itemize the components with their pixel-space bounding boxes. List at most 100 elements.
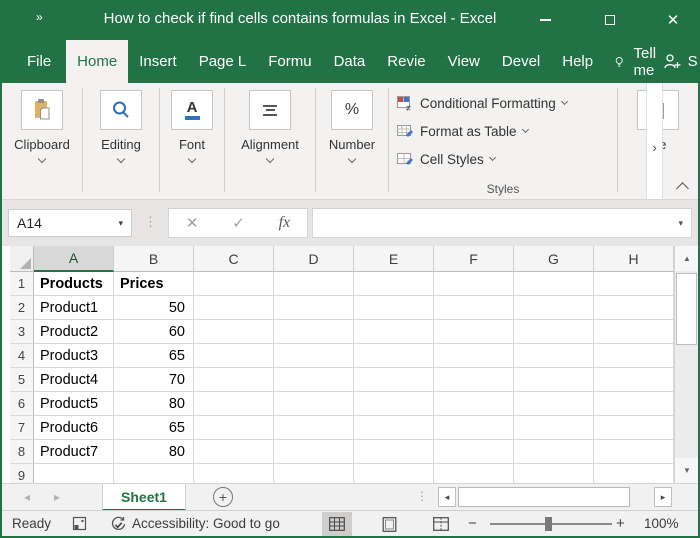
cell[interactable]: [194, 464, 274, 483]
tab-page-layout[interactable]: Page L: [188, 40, 258, 83]
cell[interactable]: [354, 296, 434, 320]
conditional-formatting-button[interactable]: ≠ Conditional Formatting: [397, 89, 617, 117]
cell[interactable]: [594, 440, 674, 464]
formula-bar-expand-icon[interactable]: ▾: [678, 218, 683, 229]
cell[interactable]: [274, 392, 354, 416]
cell[interactable]: [434, 320, 514, 344]
cell-a5[interactable]: Product4: [34, 368, 114, 392]
cell-a4[interactable]: Product3: [34, 344, 114, 368]
hscroll-right-button[interactable]: ▸: [654, 487, 672, 507]
column-header-b[interactable]: B: [114, 246, 194, 272]
share-button[interactable]: Share: [663, 40, 698, 83]
cell[interactable]: [354, 368, 434, 392]
ribbon-group-clipboard[interactable]: Clipboard: [2, 83, 82, 199]
column-header-e[interactable]: E: [354, 246, 434, 272]
cell[interactable]: [434, 296, 514, 320]
cell[interactable]: [354, 440, 434, 464]
cell[interactable]: [514, 296, 594, 320]
tab-formulas[interactable]: Formu: [257, 40, 322, 83]
cell[interactable]: [514, 344, 594, 368]
cell[interactable]: [594, 392, 674, 416]
cell[interactable]: [434, 416, 514, 440]
insert-function-icon[interactable]: fx: [279, 214, 291, 232]
name-box-dropdown-icon[interactable]: ▾: [118, 218, 123, 229]
column-header-h[interactable]: H: [594, 246, 674, 272]
cell[interactable]: [354, 344, 434, 368]
cell[interactable]: [194, 272, 274, 296]
cell[interactable]: [514, 464, 594, 483]
cell[interactable]: [354, 320, 434, 344]
tab-file[interactable]: File: [12, 40, 66, 83]
collapse-ribbon-button[interactable]: [670, 175, 694, 197]
formula-bar-resize-handle[interactable]: ⋮: [144, 214, 157, 230]
close-button[interactable]: ✕: [652, 0, 694, 40]
cell[interactable]: [354, 416, 434, 440]
cell-b5[interactable]: 70: [114, 368, 194, 392]
tab-review[interactable]: Revie: [376, 40, 436, 83]
ribbon-group-number[interactable]: % Number: [316, 83, 388, 199]
sheet-nav-left-icon[interactable]: ◂: [24, 490, 30, 504]
cell-a9[interactable]: [34, 464, 114, 483]
cell[interactable]: [274, 416, 354, 440]
cell-b7[interactable]: 65: [114, 416, 194, 440]
cell[interactable]: [594, 296, 674, 320]
cell[interactable]: [354, 464, 434, 483]
row-header[interactable]: 7: [10, 416, 34, 440]
column-header-f[interactable]: F: [434, 246, 514, 272]
ribbon-group-font[interactable]: A Font: [160, 83, 224, 199]
tab-help[interactable]: Help: [551, 40, 604, 83]
cell-a7[interactable]: Product6: [34, 416, 114, 440]
sheet-tab-sheet1[interactable]: Sheet1: [102, 484, 186, 511]
cell-b3[interactable]: 60: [114, 320, 194, 344]
row-header[interactable]: 4: [10, 344, 34, 368]
column-header-g[interactable]: G: [514, 246, 594, 272]
cell-a3[interactable]: Product2: [34, 320, 114, 344]
tab-insert[interactable]: Insert: [128, 40, 188, 83]
name-box[interactable]: A14 ▾: [8, 209, 132, 237]
row-header[interactable]: 2: [10, 296, 34, 320]
row-header[interactable]: 6: [10, 392, 34, 416]
row-header[interactable]: 3: [10, 320, 34, 344]
column-header-a[interactable]: A: [34, 246, 114, 272]
zoom-level-label[interactable]: 100%: [644, 511, 679, 536]
accessibility-status-label[interactable]: Accessibility: Good to go: [132, 511, 280, 536]
ribbon-group-alignment[interactable]: Alignment: [225, 83, 315, 199]
cell[interactable]: [274, 296, 354, 320]
cell[interactable]: [194, 296, 274, 320]
cell[interactable]: [434, 272, 514, 296]
quick-access-toolbar-icon[interactable]: »: [36, 10, 43, 24]
row-header[interactable]: 1: [10, 272, 34, 296]
cell[interactable]: [594, 344, 674, 368]
cell-a2[interactable]: Product1: [34, 296, 114, 320]
ribbon-scroll-right-button[interactable]: ›: [646, 83, 663, 199]
page-break-view-button[interactable]: [426, 512, 456, 536]
cell[interactable]: [354, 272, 434, 296]
minimize-button[interactable]: [524, 0, 566, 40]
cell[interactable]: [194, 440, 274, 464]
sheet-nav-right-icon[interactable]: ▸: [54, 490, 60, 504]
formula-bar-input[interactable]: ▾: [312, 208, 692, 238]
column-header-c[interactable]: C: [194, 246, 274, 272]
cell-a8[interactable]: Product7: [34, 440, 114, 464]
cell[interactable]: [434, 464, 514, 483]
row-header[interactable]: 5: [10, 368, 34, 392]
tab-developer[interactable]: Devel: [491, 40, 551, 83]
cell[interactable]: [274, 320, 354, 344]
cell[interactable]: [514, 392, 594, 416]
hscroll-left-button[interactable]: ◂: [438, 487, 456, 507]
cell-a6[interactable]: Product5: [34, 392, 114, 416]
cell[interactable]: [514, 416, 594, 440]
cell[interactable]: [354, 392, 434, 416]
cell-styles-button[interactable]: Cell Styles: [397, 145, 617, 173]
vertical-scrollbar[interactable]: ▲ ▼: [674, 246, 698, 483]
tab-view[interactable]: View: [437, 40, 491, 83]
scroll-up-button[interactable]: ▲: [675, 246, 698, 271]
column-header-d[interactable]: D: [274, 246, 354, 272]
cell-b2[interactable]: 50: [114, 296, 194, 320]
cancel-icon[interactable]: ✕: [186, 214, 199, 232]
enter-icon[interactable]: ✓: [232, 214, 245, 232]
accessibility-checker-icon[interactable]: [110, 511, 127, 536]
maximize-button[interactable]: [589, 0, 631, 40]
select-all-button[interactable]: [10, 246, 34, 272]
format-as-table-button[interactable]: Format as Table: [397, 117, 617, 145]
